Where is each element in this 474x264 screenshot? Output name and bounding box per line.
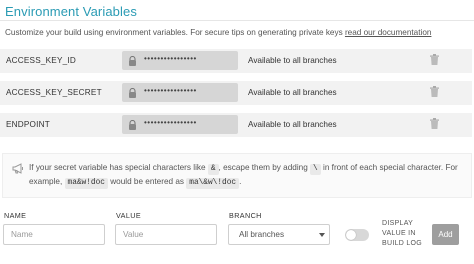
note-text-segment: , escape them by adding (218, 163, 308, 172)
note-text-segment: in front of each special character. For (323, 163, 458, 172)
trash-icon[interactable] (430, 86, 439, 97)
display-label-line: DISPLAY (382, 220, 414, 227)
value-column-header: VALUE (116, 211, 142, 220)
env-var-name: ACCESS_KEY_SECRET (6, 88, 102, 97)
display-value-label: DISPLAY VALUE IN BUILD LOG (382, 219, 422, 249)
display-label-line: VALUE IN (382, 230, 416, 237)
code-escaped-example: ma\&w\!doc (186, 178, 240, 189)
env-var-name: ACCESS_KEY_ID (6, 56, 76, 65)
env-var-row: ENDPOINT •••••••••••••••• Available to a… (0, 113, 472, 137)
note-text: If your secret variable has special char… (29, 161, 458, 189)
lock-icon (129, 56, 136, 66)
megaphone-icon (12, 163, 23, 174)
display-value-toggle[interactable] (345, 229, 369, 241)
branch-column-header: BRANCH (229, 211, 262, 220)
env-var-masked-value: •••••••••••••••• (122, 51, 238, 70)
trash-icon[interactable] (430, 54, 439, 65)
value-input[interactable] (115, 224, 217, 245)
env-var-masked-value: •••••••••••••••• (122, 83, 238, 102)
page-title: Environment Variables (5, 4, 137, 19)
intro-text: Customize your build using environment v… (5, 28, 431, 37)
branch-select[interactable]: All branches (228, 224, 330, 245)
documentation-link[interactable]: read our documentation (345, 28, 431, 37)
masked-dots: •••••••••••••••• (144, 118, 197, 127)
branch-select-value: All branches (239, 230, 285, 239)
display-label-line: BUILD LOG (382, 240, 423, 247)
env-var-masked-value: •••••••••••••••• (122, 115, 238, 134)
env-var-name: ENDPOINT (6, 120, 50, 129)
code-example: ma&w!doc (64, 178, 108, 189)
title-divider (0, 20, 474, 21)
code-backslash: \ (310, 164, 321, 175)
env-var-branch: Available to all branches (248, 88, 337, 97)
name-column-header: NAME (4, 211, 27, 220)
escape-characters-note: If your secret variable has special char… (2, 153, 472, 198)
toggle-knob (346, 230, 356, 240)
code-ampersand: & (207, 164, 219, 175)
env-var-branch: Available to all branches (248, 120, 337, 129)
note-text-segment: example, (29, 177, 63, 186)
lock-icon (129, 88, 136, 98)
masked-dots: •••••••••••••••• (144, 54, 197, 63)
intro-description: Customize your build using environment v… (5, 28, 345, 37)
note-text-segment: . (239, 177, 242, 186)
env-var-row: ACCESS_KEY_SECRET •••••••••••••••• Avail… (0, 81, 472, 105)
note-text-segment: would be entered as (110, 177, 184, 186)
name-input[interactable] (3, 224, 105, 245)
trash-icon[interactable] (430, 118, 439, 129)
lock-icon (129, 120, 136, 130)
chevron-down-icon (319, 233, 325, 237)
note-text-segment: If your secret variable has special char… (29, 163, 206, 172)
masked-dots: •••••••••••••••• (144, 86, 197, 95)
add-variable-button[interactable]: Add (432, 224, 459, 245)
env-var-row: ACCESS_KEY_ID •••••••••••••••• Available… (0, 49, 472, 73)
env-var-branch: Available to all branches (248, 56, 337, 65)
